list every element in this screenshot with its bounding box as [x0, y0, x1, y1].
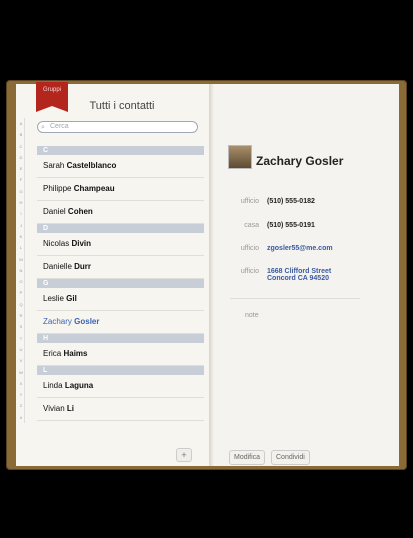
contact-row[interactable]: Daniel Cohen — [37, 201, 204, 224]
index-letter-Y[interactable]: Y — [18, 389, 25, 401]
contact-row[interactable]: Philippe Champeau — [37, 178, 204, 201]
section-header-h: H — [37, 334, 204, 343]
contact-last-name: Gosler — [74, 317, 100, 326]
contact-last-name: Li — [66, 404, 74, 413]
contact-row[interactable]: Sarah Castelblanco — [37, 155, 204, 178]
contact-first-name: Danielle — [43, 262, 72, 271]
section-header-g: G — [37, 279, 204, 288]
contact-row[interactable]: Leslie Gil — [37, 288, 204, 311]
index-letter-H[interactable]: H — [18, 197, 25, 209]
note-label: note — [245, 312, 259, 319]
field-label: casa — [244, 222, 259, 229]
contact-first-name: Zachary — [43, 317, 72, 326]
contact-first-name: Erica — [43, 349, 62, 358]
index-letter-U[interactable]: U — [18, 343, 25, 356]
contact-last-name: Laguna — [64, 381, 94, 390]
index-letter-D[interactable]: D — [18, 151, 25, 164]
contact-row[interactable]: Vivian Li — [37, 398, 204, 421]
contact-last-name: Champeau — [73, 184, 115, 193]
contact-first-name: Philippe — [43, 184, 72, 193]
contact-row[interactable]: Danielle Durr — [37, 256, 204, 279]
index-letter-N[interactable]: N — [18, 264, 25, 277]
field-label: ufficio — [240, 268, 259, 275]
index-letter-O[interactable]: O — [18, 276, 25, 288]
contact-name: Zachary Gosler — [256, 154, 344, 168]
field-email: ufficio zgosler55@me.com — [225, 245, 333, 252]
index-letter-C[interactable]: C — [18, 140, 25, 152]
search-placeholder: Cerca — [50, 123, 69, 130]
field-value[interactable]: 1668 Clifford Street Concord CA 94520 — [267, 268, 331, 282]
index-letter-G[interactable]: G — [18, 185, 25, 198]
contact-last-name: Durr — [74, 262, 92, 271]
index-letter-W[interactable]: W — [18, 366, 25, 378]
share-button[interactable]: Condividi — [271, 450, 310, 465]
field-label: ufficio — [240, 245, 259, 252]
index-letter-E[interactable]: E — [18, 163, 25, 175]
contact-row[interactable]: Linda Laguna — [37, 375, 204, 398]
index-letter-I[interactable]: I — [18, 208, 25, 220]
index-letter-F[interactable]: F — [18, 174, 25, 186]
index-letter-J[interactable]: J — [18, 219, 25, 231]
field-work-phone: ufficio (510) 555-0182 — [225, 198, 315, 205]
contact-first-name: Leslie — [43, 294, 64, 303]
divider — [230, 298, 360, 299]
contact-last-name: Haims — [63, 349, 88, 358]
index-letter-Z[interactable]: Z — [18, 400, 25, 412]
field-value[interactable]: (510) 555-0182 — [267, 198, 315, 205]
add-contact-button[interactable]: + — [176, 448, 192, 462]
field-label: ufficio — [240, 198, 259, 205]
contact-first-name: Nicolas — [43, 239, 70, 248]
field-value[interactable]: (510) 555-0191 — [267, 222, 315, 229]
contact-first-name: Daniel — [43, 207, 66, 216]
contact-row[interactable]: Erica Haims — [37, 343, 204, 366]
contact-last-name: Castelblanco — [66, 161, 117, 170]
index-letter-M[interactable]: M — [18, 253, 25, 265]
index-letter-B[interactable]: B — [18, 129, 25, 141]
field-address: ufficio 1668 Clifford Street Concord CA 9… — [225, 268, 331, 282]
index-letter-P[interactable]: P — [18, 287, 25, 299]
index-letter-#[interactable]: # — [18, 411, 25, 424]
index-letter-Q[interactable]: Q — [18, 298, 25, 311]
contact-first-name: Linda — [43, 381, 63, 390]
contact-last-name: Cohen — [67, 207, 93, 216]
contact-row[interactable]: Zachary Gosler — [37, 311, 204, 334]
avatar — [228, 145, 252, 169]
contact-row[interactable]: Nicolas Divin — [37, 233, 204, 256]
contact-last-name: Divin — [71, 239, 92, 248]
contacts-list: C Sarah Castelblanco Philippe Champeau Dani… — [37, 146, 204, 421]
index-letter-A[interactable]: A — [18, 118, 25, 130]
search-icon: ⌕ — [41, 124, 45, 131]
index-letter-K[interactable]: K — [18, 230, 25, 243]
edit-button[interactable]: Modifica — [229, 450, 266, 465]
index-letter-S[interactable]: S — [18, 321, 25, 333]
index-letter-V[interactable]: V — [18, 355, 25, 367]
page-title: Tutti i contatti — [89, 100, 155, 112]
section-header-l: L — [37, 366, 204, 375]
section-header-c: C — [37, 146, 204, 155]
index-letter-L[interactable]: L — [18, 242, 25, 254]
field-value[interactable]: zgosler55@me.com — [267, 245, 333, 252]
index-letter-R[interactable]: R — [18, 310, 25, 322]
field-home-phone: casa (510) 555-0191 — [225, 222, 315, 229]
section-header-d: D — [37, 224, 204, 233]
contact-first-name: Sarah — [43, 161, 65, 170]
contact-first-name: Vivian — [43, 404, 65, 413]
index-letter-T[interactable]: T — [18, 332, 25, 344]
search-input[interactable]: ⌕ Cerca — [37, 121, 198, 133]
contact-last-name: Gil — [66, 294, 77, 303]
alphabet-index[interactable]: A B C D E F G H I J K L M N O P Q R S T U V W X Y Z # — [18, 118, 25, 424]
index-letter-X[interactable]: X — [18, 377, 25, 390]
